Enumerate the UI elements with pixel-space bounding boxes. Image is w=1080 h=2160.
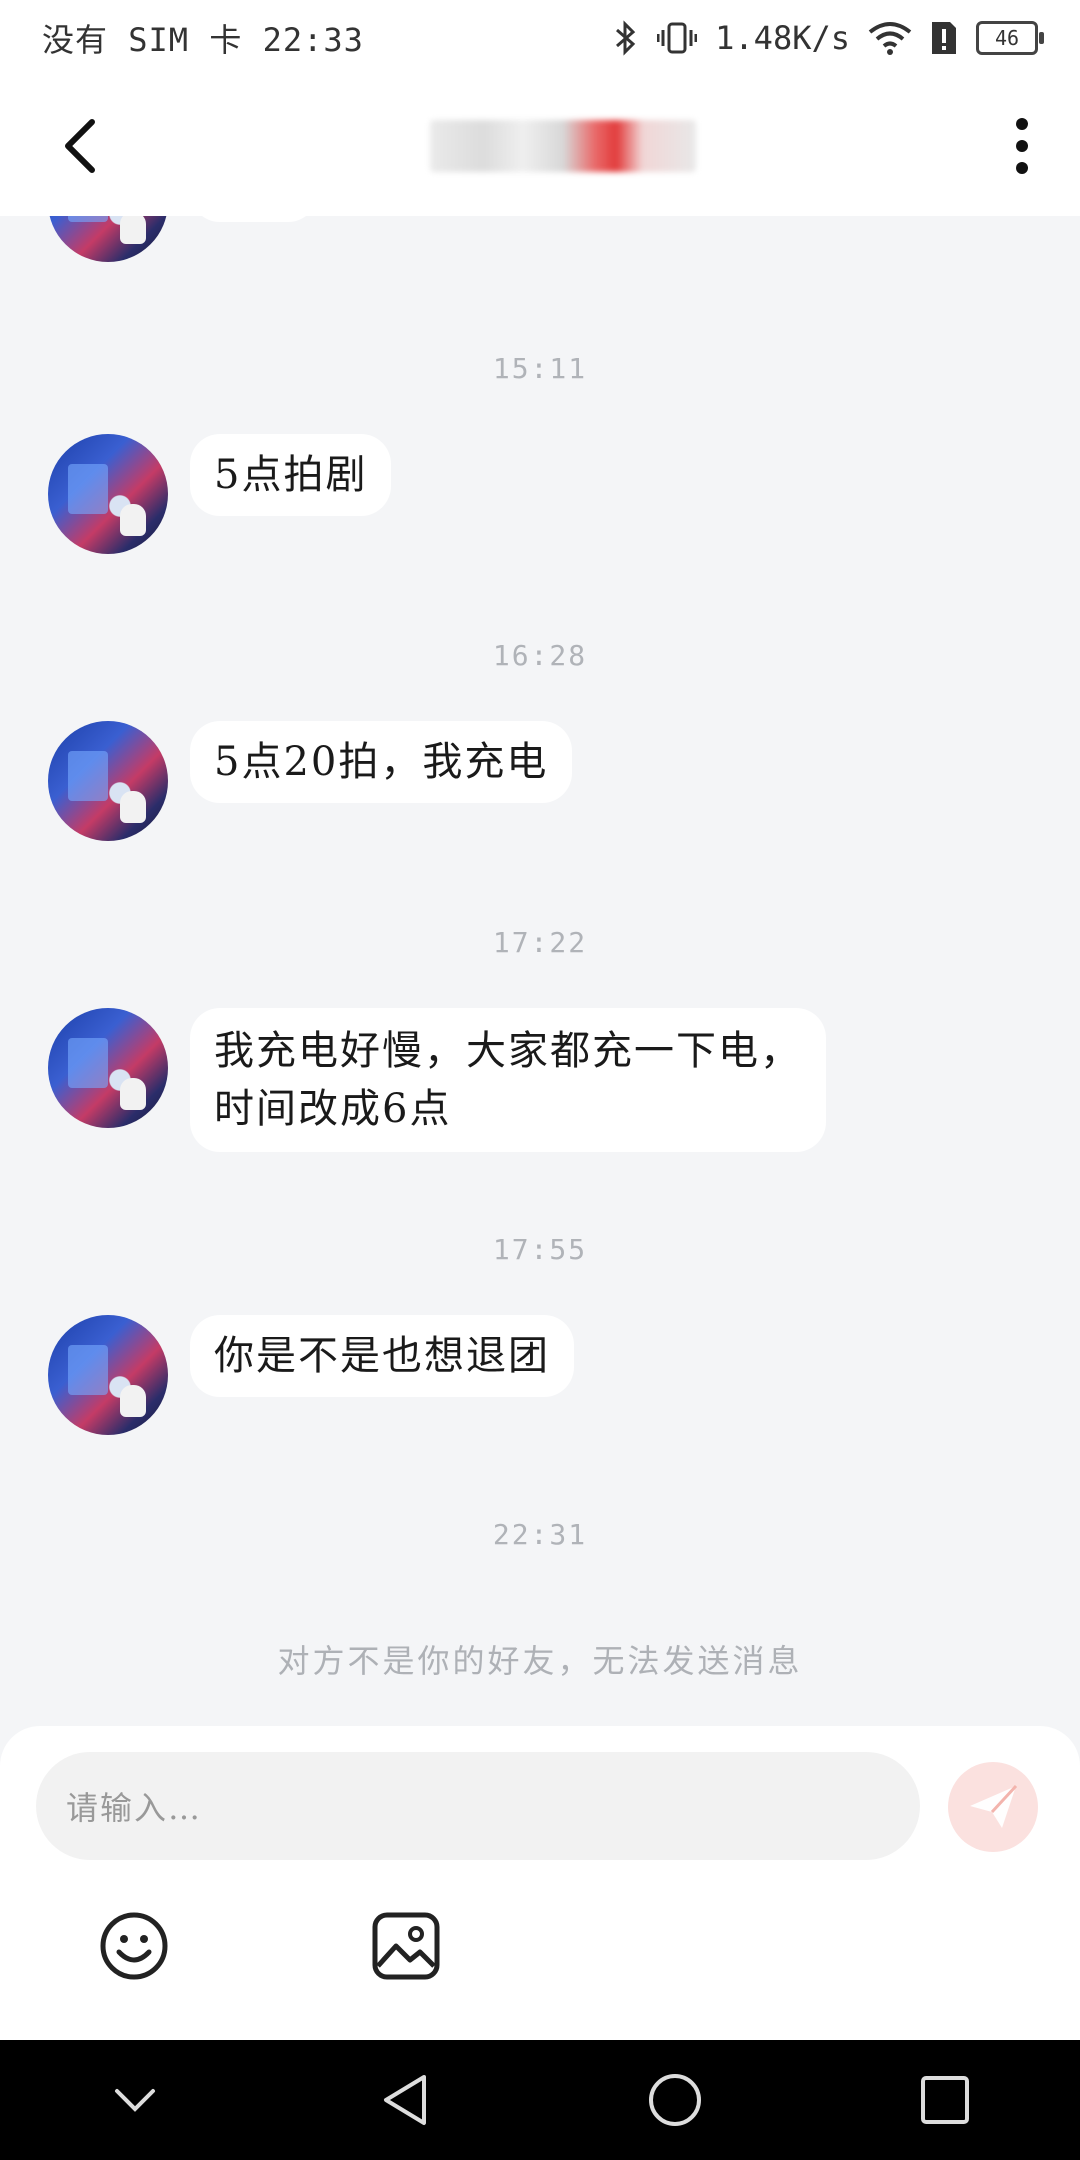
not-friend-notice: 对方不是你的好友，无法发送消息 [277,1642,803,1680]
emoji-button[interactable] [98,1910,170,1982]
more-button[interactable] [1012,116,1032,176]
square-recents-icon [921,2076,969,2124]
message-text-line: 我充电好慢，大家都充一下电， [214,1028,802,1074]
wifi-icon [868,22,912,55]
system-nav-bar [0,2040,1080,2160]
message-bubble[interactable]: 5点拍剧 [190,434,392,516]
message-bubble[interactable]: 你是不是也想退团 [190,1315,574,1397]
avatar[interactable] [48,721,168,841]
back-button[interactable] [60,116,100,176]
message-time: 16:28 [492,639,588,672]
message-time: 17:55 [492,1233,588,1266]
sim-alert-icon [932,22,956,54]
message-input[interactable]: 请输入… [36,1752,920,1860]
composer-panel: 请输入… [0,1726,1080,2040]
more-vertical-icon [1016,118,1028,174]
vibrate-icon [657,22,698,54]
message-row: 5点20拍，我充电 [48,721,573,841]
circle-home-icon [649,2074,701,2126]
avatar[interactable] [48,216,168,262]
triangle-back-icon [384,2075,426,2125]
chat-title-redacted [430,120,696,172]
message-text-line: 时间改成6点 [214,1086,452,1132]
nav-recents-button[interactable] [905,2060,985,2140]
message-list[interactable]: 15:11 5点拍剧 16:28 5点20拍，我充电 17:22 我充电好慢，大… [0,216,1080,1726]
message-bubble[interactable]: 5点20拍，我充电 [190,721,573,803]
avatar[interactable] [48,1008,168,1128]
message-row: 我充电好慢，大家都充一下电， 时间改成6点 [48,1008,826,1152]
message-time: 15:11 [492,352,588,385]
message-bubble-partial [190,216,318,222]
network-speed: 1.48K/s [715,19,850,57]
send-button[interactable] [948,1762,1038,1852]
status-left: 没有 SIM 卡 22:33 [42,15,613,61]
avatar[interactable] [48,1315,168,1435]
image-icon [372,1912,440,1980]
nav-collapse-button[interactable] [95,2060,175,2140]
bluetooth-icon [616,20,636,56]
chat-header [0,76,1080,216]
message-bubble[interactable]: 我充电好慢，大家都充一下电， 时间改成6点 [190,1008,826,1152]
send-icon [970,1784,1018,1828]
avatar[interactable] [48,434,168,554]
nav-home-button[interactable] [635,2060,715,2140]
emoji-icon [100,1912,168,1980]
message-row: 5点拍剧 [48,434,392,554]
battery-level: 46 [994,26,1020,50]
clock: 22:33 [262,21,364,59]
image-button[interactable] [370,1910,442,1982]
message-time: 17:22 [492,926,588,959]
carrier-text: 没有 SIM 卡 [42,21,243,59]
nav-back-button[interactable] [365,2060,445,2140]
battery-indicator: 46 [976,21,1044,55]
message-row: 你是不是也想退团 [48,1315,574,1435]
status-bar: 没有 SIM 卡 22:33 1.48K/s 46 [0,0,1080,76]
message-time: 22:31 [492,1518,588,1551]
chevron-left-icon [65,119,95,173]
status-right: 1.48K/s 46 [613,19,1044,57]
chevron-down-icon [115,2089,155,2112]
message-row-partial [48,216,318,262]
